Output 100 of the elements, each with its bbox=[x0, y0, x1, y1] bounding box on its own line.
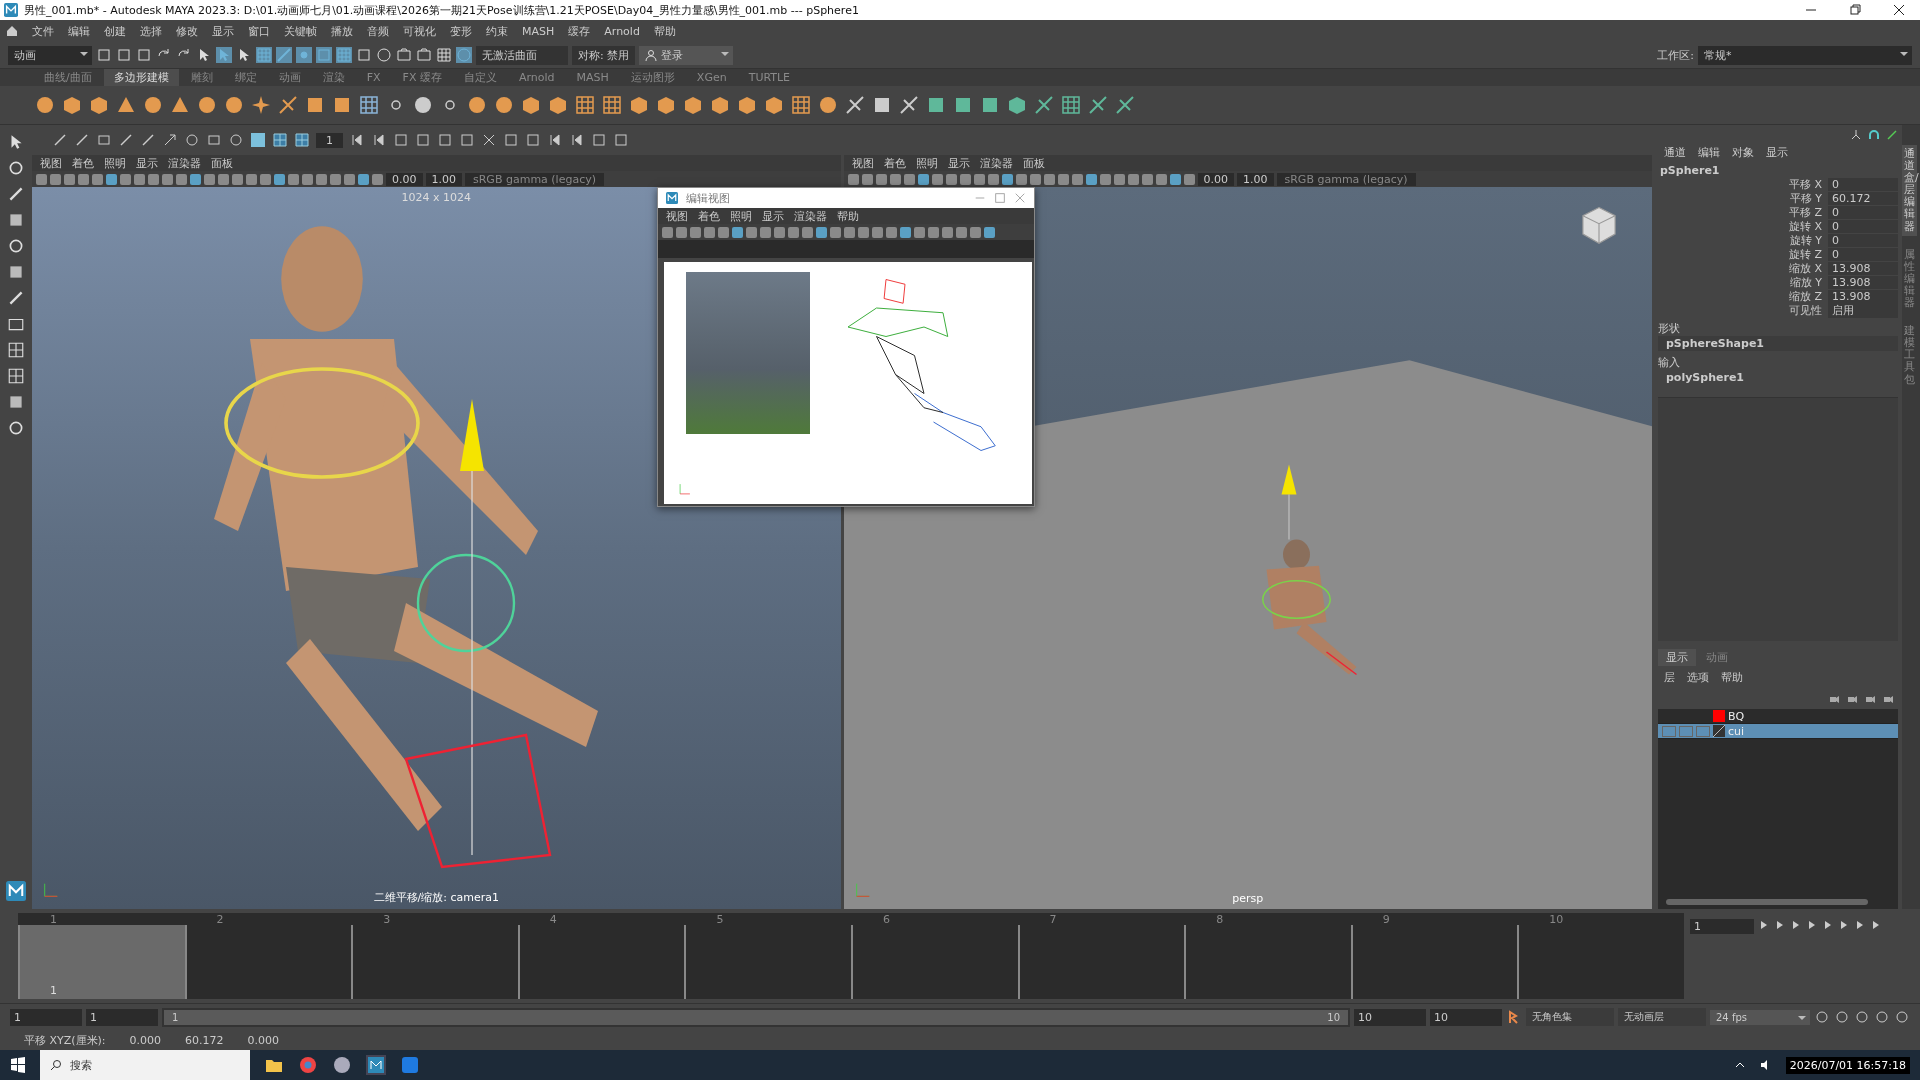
shelf-tab[interactable]: 绑定 bbox=[224, 69, 267, 86]
menu-item[interactable]: 修改 bbox=[176, 23, 198, 39]
shelf-tab[interactable]: XGen bbox=[686, 70, 737, 85]
shelf-tab[interactable]: 渲染 bbox=[312, 69, 355, 86]
attribute-field[interactable]: 0 bbox=[1828, 233, 1898, 247]
side-tab[interactable]: 属性编辑器 bbox=[1902, 245, 1917, 313]
menu-item[interactable]: 关键帧 bbox=[284, 23, 317, 39]
menu-item[interactable]: 创建 bbox=[104, 23, 126, 39]
channel-box-menu-item[interactable]: 通道 bbox=[1664, 145, 1686, 160]
shape-node[interactable]: pSphereShape1 bbox=[1658, 336, 1898, 351]
shelf-tab[interactable]: MASH bbox=[566, 70, 619, 85]
menu-item[interactable]: 音频 bbox=[367, 23, 389, 39]
menu-item[interactable]: MASH bbox=[522, 24, 555, 38]
attribute-field[interactable]: 60.172 bbox=[1828, 191, 1898, 205]
shelf-tab[interactable]: FX 缓存 bbox=[392, 69, 452, 86]
panel-menu-item[interactable]: 视图 bbox=[40, 155, 62, 171]
layer-menu-item[interactable]: 层 bbox=[1664, 670, 1675, 685]
color-space-dropdown[interactable]: sRGB gamma (legacy) bbox=[465, 172, 605, 186]
anim-layer-field[interactable]: 无动画层 bbox=[1618, 1008, 1706, 1026]
layer-menu-item[interactable]: 帮助 bbox=[1721, 670, 1743, 685]
fps-dropdown[interactable]: 24 fps bbox=[1710, 1009, 1810, 1025]
panel-menu-item[interactable]: 着色 bbox=[72, 155, 94, 171]
character-set-field[interactable]: 无角色集 bbox=[1526, 1008, 1614, 1026]
shelf-tab[interactable]: 多边形建模 bbox=[103, 69, 179, 86]
window-title: 男性_001.mb* - Autodesk MAYA 2023.3: D:\01.动画师七月\01.动画课程\2026第一期21天Pose训练营\1.21天POSE\Day04_男性力量感\男性_001.mb --- pSphere1 bbox=[24, 2, 860, 18]
layer-menu-item[interactable]: 选项 bbox=[1687, 670, 1709, 685]
menu-item[interactable]: 编辑 bbox=[68, 23, 90, 39]
panel-menu-item[interactable]: 照明 bbox=[104, 155, 126, 171]
channel-box-menu-item[interactable]: 对象 bbox=[1732, 145, 1754, 160]
menu-item[interactable]: 变形 bbox=[450, 23, 472, 39]
panel-menu-item[interactable]: 帮助 bbox=[837, 208, 859, 224]
input-node[interactable]: polySphere1 bbox=[1658, 370, 1898, 385]
shelf-tab[interactable]: 曲线/曲面 bbox=[34, 69, 102, 86]
end-time-field[interactable]: 10 bbox=[1430, 1008, 1502, 1026]
workspace-dropdown[interactable]: 常规* bbox=[1698, 45, 1912, 65]
side-tab[interactable]: 建模工具包 bbox=[1902, 322, 1917, 389]
camera-label: 二维平移/缩放: camera1 bbox=[373, 890, 499, 905]
menu-item[interactable]: 显示 bbox=[212, 23, 234, 39]
curve-field[interactable]: 无激活曲面 bbox=[476, 45, 568, 65]
panel-menu-item[interactable]: 渲染器 bbox=[794, 208, 827, 224]
channel-box-menu-item[interactable]: 编辑 bbox=[1698, 145, 1720, 160]
window-title: 编辑视图 bbox=[686, 190, 730, 206]
panel-menu-item[interactable]: 面板 bbox=[1022, 155, 1045, 171]
panel-menu-item[interactable]: 渲染器 bbox=[168, 155, 201, 171]
panel-menu-item[interactable]: 照明 bbox=[730, 208, 752, 224]
menu-item[interactable]: 约束 bbox=[486, 23, 508, 39]
side-tab[interactable]: 通道盒/层编辑器 bbox=[1902, 145, 1917, 236]
menu-item[interactable]: 窗口 bbox=[248, 23, 270, 39]
attribute-field[interactable]: 13.908 bbox=[1828, 261, 1898, 275]
panel-menu-item[interactable]: 显示 bbox=[136, 155, 158, 171]
attribute-field[interactable]: 0 bbox=[1828, 205, 1898, 219]
resolution-label: 1024 x 1024 bbox=[401, 191, 471, 204]
attribute-field[interactable]: 0 bbox=[1828, 219, 1898, 233]
panel-menu-item[interactable]: 着色 bbox=[698, 208, 720, 224]
panel-menu-item[interactable]: 渲染器 bbox=[979, 155, 1013, 171]
shelf-tab[interactable]: 动画 bbox=[268, 69, 311, 86]
menu-item[interactable]: 可视化 bbox=[403, 23, 436, 39]
playback-start-field[interactable]: 1 bbox=[86, 1008, 158, 1026]
brush-size-field[interactable]: 1 bbox=[316, 132, 343, 148]
login-dropdown[interactable]: 登录 bbox=[639, 45, 734, 65]
exposure-field[interactable]: 0.00 bbox=[1197, 172, 1234, 186]
attribute-field[interactable]: 0 bbox=[1828, 247, 1898, 261]
panel-menu-item[interactable]: 面板 bbox=[211, 155, 233, 171]
menu-set-dropdown[interactable]: 动画 bbox=[8, 45, 92, 65]
shelf-tab[interactable]: 自定义 bbox=[453, 69, 507, 86]
panel-menu-item[interactable]: 显示 bbox=[762, 208, 784, 224]
shelf-tab[interactable]: 雕刻 bbox=[180, 69, 223, 86]
frame-number: 3 bbox=[383, 913, 391, 926]
search-field[interactable]: 搜索 bbox=[40, 1050, 250, 1080]
menu-item[interactable]: 播放 bbox=[331, 23, 353, 39]
start-time-field[interactable]: 1 bbox=[10, 1008, 82, 1026]
shelf-tab[interactable]: Arnold bbox=[508, 70, 565, 85]
attribute-field[interactable]: 13.908 bbox=[1828, 289, 1898, 303]
shelf-tab[interactable]: 运动图形 bbox=[620, 69, 685, 86]
layer-editor-tab[interactable]: 显示 bbox=[1658, 649, 1696, 666]
panel-menu-item[interactable]: 照明 bbox=[915, 155, 938, 171]
exposure-field[interactable]: 0.00 bbox=[386, 172, 423, 186]
panel-menu-item[interactable]: 着色 bbox=[883, 155, 906, 171]
attribute-label: 缩放 Y bbox=[1788, 274, 1822, 290]
panel-menu-item[interactable]: 视图 bbox=[851, 155, 874, 171]
layer-name: cui bbox=[1728, 724, 1745, 738]
attribute-field[interactable]: 13.908 bbox=[1828, 275, 1898, 289]
menu-item[interactable]: 帮助 bbox=[653, 23, 676, 39]
playback-end-field[interactable]: 10 bbox=[1354, 1008, 1426, 1026]
current-time-field[interactable]: 1 bbox=[1690, 919, 1754, 934]
color-space-dropdown[interactable]: sRGB gamma (legacy) bbox=[1276, 172, 1416, 186]
symmetry-field[interactable]: 对称: 禁用 bbox=[572, 45, 636, 65]
panel-menu-item[interactable]: 显示 bbox=[947, 155, 970, 171]
panel-menu-item[interactable]: 视图 bbox=[666, 208, 688, 224]
gamma-field[interactable]: 1.00 bbox=[425, 172, 462, 186]
frame-number: 1 bbox=[50, 913, 57, 926]
gamma-field[interactable]: 1.00 bbox=[1237, 172, 1274, 186]
menu-item[interactable]: Arnold bbox=[604, 24, 640, 38]
range-slider-handle[interactable]: 1 10 bbox=[164, 1009, 1348, 1025]
menu-item[interactable]: 选择 bbox=[140, 23, 162, 39]
menu-item[interactable]: 文件 bbox=[32, 23, 54, 39]
shelf-tab[interactable]: FX bbox=[356, 70, 391, 85]
attribute-field[interactable]: 0 bbox=[1828, 177, 1898, 191]
channel-box-menu-item[interactable]: 显示 bbox=[1766, 145, 1788, 160]
menu-item[interactable]: 缓存 bbox=[568, 23, 591, 39]
